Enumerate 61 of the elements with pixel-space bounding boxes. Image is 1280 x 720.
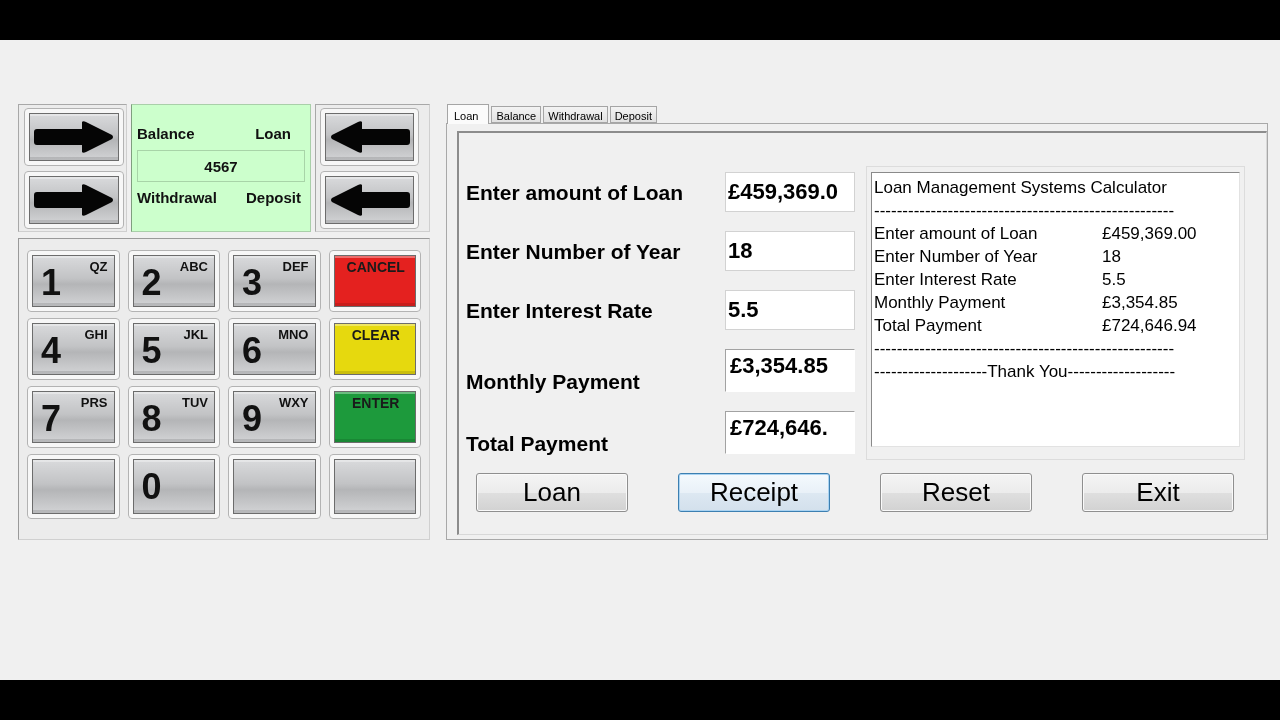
keypad-key[interactable]: 4 GHI	[27, 318, 120, 380]
blank-key[interactable]	[328, 454, 421, 519]
input-field[interactable]: 18	[725, 231, 855, 271]
receipt-footer: --------------------Thank You-------------------	[874, 360, 1237, 383]
receipt-value: £459,369.00	[1102, 223, 1197, 245]
keypad-key[interactable]: 5 JKL	[127, 318, 220, 380]
arrow-key[interactable]	[24, 108, 124, 166]
receipt-rule: -----------------------------------------------------	[874, 200, 1176, 222]
output-field[interactable]: £724,646.	[725, 411, 855, 454]
function-key[interactable]: CANCEL	[328, 250, 421, 312]
action-button[interactable]: Receipt	[678, 473, 830, 512]
arrow-left-icon	[329, 121, 410, 153]
tab[interactable]: Balance	[491, 106, 542, 123]
arrow-key[interactable]	[320, 108, 419, 166]
receipt-label: Monthly Payment	[874, 292, 1007, 314]
blank-key[interactable]	[27, 454, 120, 519]
field-label: Enter Interest Rate	[466, 297, 654, 323]
keypad-key[interactable]: 7 PRS	[27, 386, 120, 448]
arrow-right-icon	[34, 184, 114, 216]
input-field[interactable]: 5.5	[725, 290, 855, 330]
keypad-key[interactable]: 3 DEF	[228, 250, 321, 312]
receipt-rule: -----------------------------------------------------	[874, 338, 1176, 360]
receipt-label: Enter Interest Rate	[874, 269, 1018, 291]
keypad-key[interactable]: 1 QZ	[27, 250, 120, 312]
receipt-value: £3,354.85	[1102, 292, 1178, 314]
action-button[interactable]: Exit	[1082, 473, 1234, 512]
tab[interactable]: Deposit	[609, 106, 657, 123]
receipt-label: Enter Number of Year	[874, 246, 1039, 268]
keypad-key[interactable]: 0	[127, 454, 220, 519]
receipt-value: £724,646.94	[1102, 315, 1197, 337]
keypad-key[interactable]: 9 WXY	[228, 386, 321, 448]
output-field[interactable]: £3,354.85	[725, 349, 855, 392]
arrow-key[interactable]	[320, 171, 419, 229]
function-key[interactable]: CLEAR	[328, 318, 421, 380]
option-label: Deposit	[246, 189, 301, 207]
tab[interactable]: Withdrawal	[543, 106, 608, 123]
display-field: 4567	[137, 150, 305, 182]
receipt-value: 5.5	[1102, 269, 1126, 291]
arrow-right-icon	[34, 121, 114, 153]
field-label: Enter amount of Loan	[466, 179, 684, 205]
arrow-left-icon	[329, 184, 410, 216]
keypad-key[interactable]: 8 TUV	[127, 386, 220, 448]
option-label: Loan	[255, 125, 291, 143]
action-button[interactable]: Reset	[880, 473, 1032, 512]
option-label: Withdrawal	[137, 189, 217, 207]
arrow-key[interactable]	[24, 171, 124, 229]
receipt-label: Enter amount of Loan	[874, 223, 1039, 245]
action-button[interactable]: Loan	[476, 473, 628, 512]
option-label: Balance	[137, 125, 195, 143]
blank-key[interactable]	[228, 454, 321, 519]
receipt-title: Loan Management Systems Calculator	[874, 177, 1168, 199]
field-label: Monthly Payment	[466, 369, 641, 394]
keypad-key[interactable]: 2 ABC	[127, 250, 220, 312]
field-label: Total Payment	[466, 431, 609, 456]
field-label: Enter Number of Year	[466, 238, 682, 264]
function-key[interactable]: ENTER	[328, 386, 421, 448]
tab[interactable]: Loan	[447, 104, 490, 124]
keypad-key[interactable]: 6 MNO	[228, 318, 321, 380]
input-field[interactable]: £459,369.0	[725, 172, 855, 212]
receipt-label: Total Payment	[874, 315, 983, 337]
receipt-value: 18	[1102, 246, 1121, 268]
